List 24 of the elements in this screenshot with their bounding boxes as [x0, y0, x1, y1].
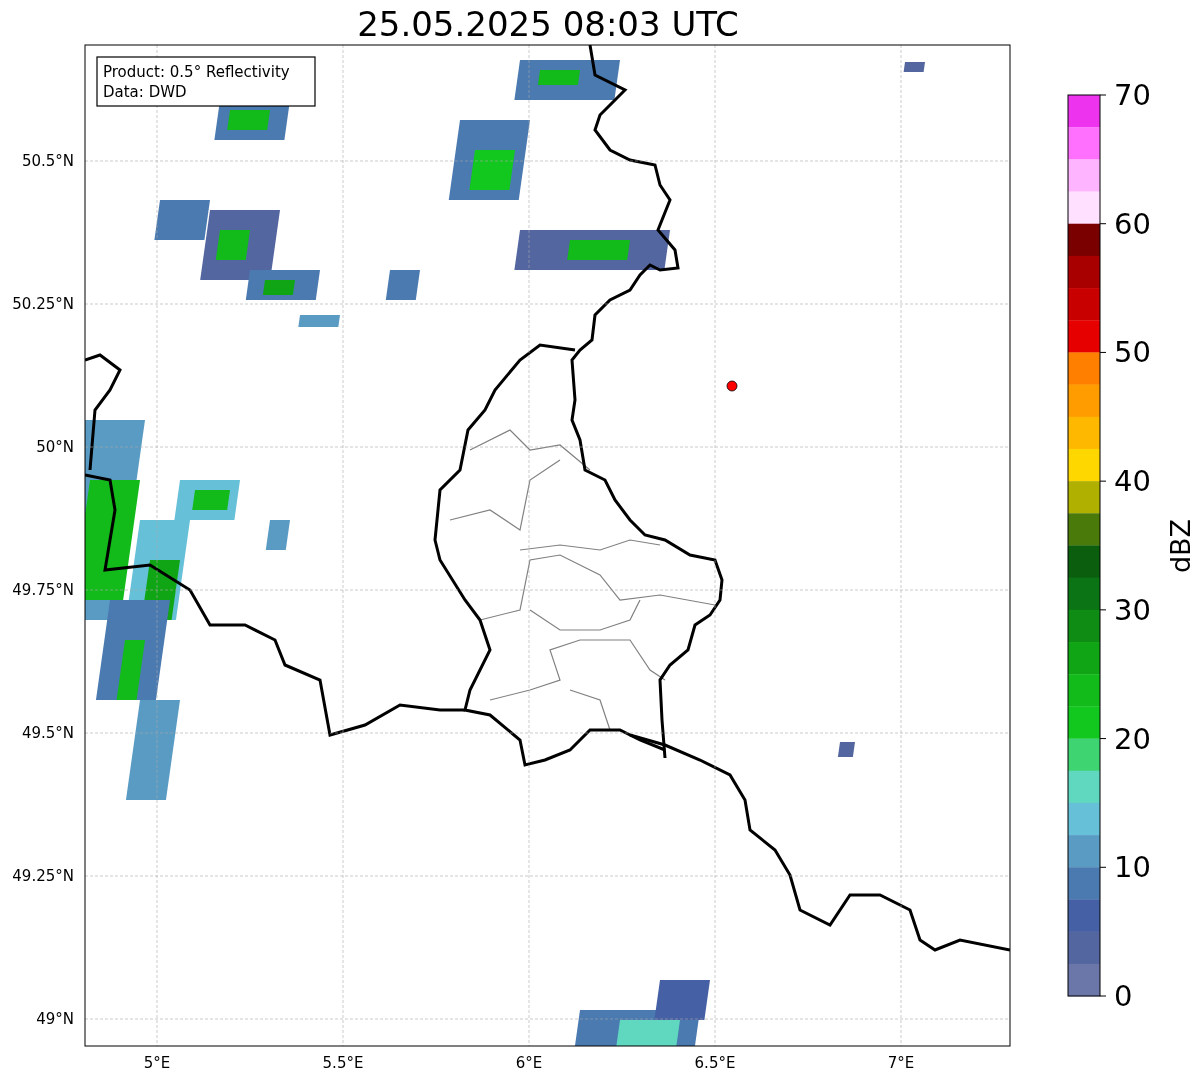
colorbar-tick-label: 70	[1114, 78, 1151, 112]
latitude-label: 49.25°N	[12, 867, 74, 885]
colorbar-tick-label: 0	[1114, 979, 1133, 1013]
colorbar-label: dBZ	[1165, 518, 1196, 574]
chart-title: 25.05.2025 08:03 UTC	[357, 4, 739, 44]
latitude-label: 49.5°N	[21, 724, 74, 742]
longitude-label: 6.5°E	[694, 1054, 736, 1072]
colorbar-tick-label: 20	[1114, 721, 1151, 756]
longitude-label: 5.5°E	[322, 1054, 364, 1072]
latitude-label: 50.5°N	[21, 152, 74, 170]
longitude-label: 7°E	[887, 1054, 915, 1072]
colorbar-tick-label: 30	[1114, 592, 1151, 627]
colorbar-tick-label: 40	[1114, 464, 1151, 499]
longitude-label: 5°E	[143, 1054, 171, 1072]
latitude-label: 50°N	[36, 438, 74, 456]
colorbar-tick-label: 10	[1114, 850, 1151, 885]
longitude-label: 6°E	[515, 1054, 543, 1072]
info-text: Data: DWD	[103, 83, 187, 101]
info-text: Product: 0.5° Reflectivity	[103, 63, 290, 81]
latitude-label: 49°N	[36, 1010, 74, 1028]
latitude-label: 50.25°N	[12, 295, 74, 313]
colorbar-tick-label: 60	[1114, 206, 1151, 241]
latitude-label: 49.75°N	[12, 581, 74, 599]
colorbar-tick-label: 50	[1114, 335, 1151, 370]
